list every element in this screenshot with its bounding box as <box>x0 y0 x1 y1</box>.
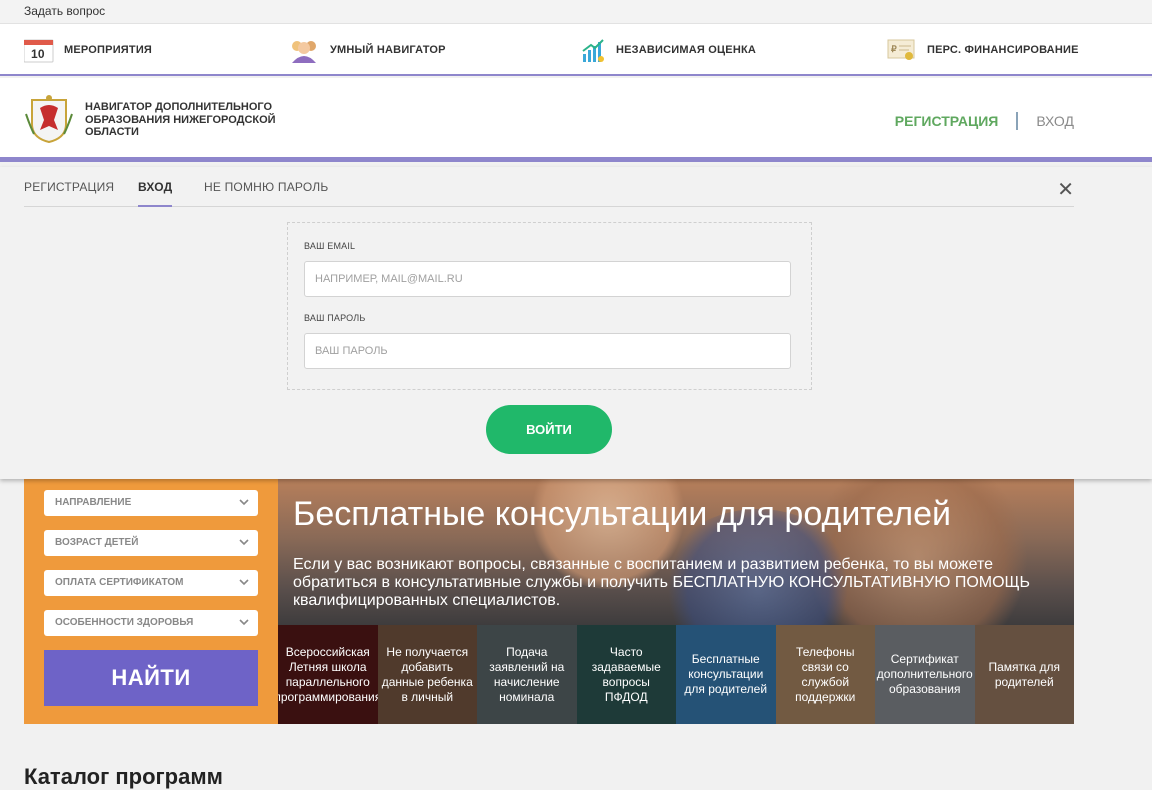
auth-links: РЕГИСТРАЦИЯ ВХОД <box>895 112 1074 130</box>
login-submit-button[interactable]: ВОЙТИ <box>486 405 612 454</box>
tile-parents-memo[interactable]: Памятка для родителей <box>974 625 1074 724</box>
login-panel: РЕГИСТРАЦИЯ ВХОД НЕ ПОМНЮ ПАРОЛЬ ✕ ВАШ E… <box>0 167 1152 479</box>
tile-label: Бесплатные консультации для родителей <box>684 652 768 696</box>
ask-question-link[interactable]: Задать вопрос <box>24 4 105 18</box>
login-link[interactable]: ВХОД <box>1036 113 1074 129</box>
tile-label: Всероссийская Летняя школа параллельного… <box>278 644 378 704</box>
chevron-down-icon <box>239 579 249 586</box>
news-tiles: Всероссийская Летняя школа параллельного… <box>278 625 1074 724</box>
password-label: ВАШ ПАРОЛЬ <box>304 313 366 323</box>
login-form: ВАШ EMAIL ВАШ ПАРОЛЬ <box>287 222 812 390</box>
nav-item-smart-navigator[interactable]: УМНЫЙ НАВИГАТОР <box>288 36 446 64</box>
search-filter-panel: НАПРАВЛЕНИЕ ВОЗРАСТ ДЕТЕЙ ОПЛАТА СЕРТИФИ… <box>24 479 278 724</box>
register-link[interactable]: РЕГИСТРАЦИЯ <box>895 113 999 129</box>
tile-certificate[interactable]: Сертификат дополнительного образования <box>875 625 975 724</box>
top-bar: Задать вопрос <box>0 0 1152 24</box>
tile-add-child-data[interactable]: Не получается добавить данные ребенка в … <box>377 625 477 724</box>
hero-subtitle: Если у вас возникают вопросы, связанные … <box>293 556 1031 609</box>
catalog-heading: Каталог программ <box>24 764 223 789</box>
auth-divider <box>1016 112 1019 130</box>
tile-faq[interactable]: Часто задаваемые вопросы ПФДОД <box>576 625 676 724</box>
tab-login[interactable]: ВХОД <box>138 180 173 207</box>
select-certificate-payment-label: ОПЛАТА СЕРТИФИКАТОМ <box>55 577 184 588</box>
tile-summer-school[interactable]: Всероссийская Летняя школа параллельного… <box>278 625 378 724</box>
select-direction[interactable]: НАПРАВЛЕНИЕ <box>44 490 258 516</box>
close-icon[interactable]: ✕ <box>1057 177 1074 202</box>
hero-banner[interactable]: Бесплатные консультации для родителей Ес… <box>278 479 1074 625</box>
tile-label: Не получается добавить данные ребенка в … <box>381 644 473 704</box>
calendar-icon: 10 <box>24 39 54 63</box>
select-health-features-label: ОСОБЕННОСТИ ЗДОРОВЬЯ <box>55 617 194 628</box>
people-icon <box>292 41 316 63</box>
tile-label: Памятка для родителей <box>988 659 1061 689</box>
tile-support-phones[interactable]: Телефоны связи со службой поддержки <box>775 625 875 724</box>
calendar-icon-day: 10 <box>31 47 45 61</box>
tile-free-consultations[interactable]: Бесплатные консультации для родителей <box>676 625 776 724</box>
chevron-down-icon <box>239 539 249 546</box>
email-label: ВАШ EMAIL <box>304 241 356 251</box>
tab-registration[interactable]: РЕГИСТРАЦИЯ <box>24 180 114 207</box>
email-input[interactable] <box>304 261 791 297</box>
password-input[interactable] <box>304 333 791 369</box>
tile-label: Сертификат дополнительного образования <box>876 652 973 696</box>
nav-item-events-label: МЕРОПРИЯТИЯ <box>64 44 153 56</box>
hero-title: Бесплатные консультации для родителей <box>293 495 952 533</box>
tab-forgot-password[interactable]: НЕ ПОМНЮ ПАРОЛЬ <box>204 180 328 207</box>
nav-item-events[interactable]: 10 МЕРОПРИЯТИЯ <box>24 36 152 64</box>
tile-label: Подача заявлений на начисление номинала <box>489 644 565 704</box>
chevron-down-icon <box>239 619 249 626</box>
nav-item-personal-financing[interactable]: ₽ ПЕРС. ФИНАНСИРОВАНИЕ <box>887 36 1079 64</box>
category-nav: 10 МЕРОПРИЯТИЯ УМНЫЙ НАВИГАТОР НЕЗАВИСИМ… <box>0 24 1152 76</box>
organization-name: НАВИГАТОР ДОПОЛНИТЕЛЬНОГО ОБРАЗОВАНИЯ НИ… <box>85 101 276 138</box>
select-certificate-payment[interactable]: ОПЛАТА СЕРТИФИКАТОМ <box>44 570 258 596</box>
nav-item-personal-financing-label: ПЕРС. ФИНАНСИРОВАНИЕ <box>927 44 1079 56</box>
coat-of-arms-logo[interactable] <box>24 94 74 144</box>
tile-nominal-application[interactable]: Подача заявлений на начисление номинала <box>477 625 577 724</box>
nav-item-independent-assessment[interactable]: НЕЗАВИСИМАЯ ОЦЕНКА <box>582 36 756 64</box>
tile-label: Часто задаваемые вопросы ПФДОД <box>591 644 661 704</box>
tile-label: Телефоны связи со службой поддержки <box>795 644 856 704</box>
select-health-features[interactable]: ОСОБЕННОСТИ ЗДОРОВЬЯ <box>44 610 258 636</box>
select-direction-label: НАПРАВЛЕНИЕ <box>55 497 132 508</box>
find-button[interactable]: НАЙТИ <box>44 650 258 706</box>
nav-item-smart-navigator-label: УМНЫЙ НАВИГАТОР <box>330 44 446 56</box>
nav-item-independent-assessment-label: НЕЗАВИСИМАЯ ОЦЕНКА <box>616 44 757 56</box>
select-children-age[interactable]: ВОЗРАСТ ДЕТЕЙ <box>44 530 258 556</box>
select-children-age-label: ВОЗРАСТ ДЕТЕЙ <box>55 537 139 548</box>
svg-text:₽: ₽ <box>891 44 897 54</box>
site-header: НАВИГАТОР ДОПОЛНИТЕЛЬНОГО ОБРАЗОВАНИЯ НИ… <box>0 78 1152 162</box>
chart-growth-icon <box>582 39 604 62</box>
chevron-down-icon <box>239 499 249 506</box>
certificate-icon: ₽ <box>887 39 915 60</box>
login-panel-tabs: РЕГИСТРАЦИЯ ВХОД НЕ ПОМНЮ ПАРОЛЬ <box>24 167 1074 207</box>
